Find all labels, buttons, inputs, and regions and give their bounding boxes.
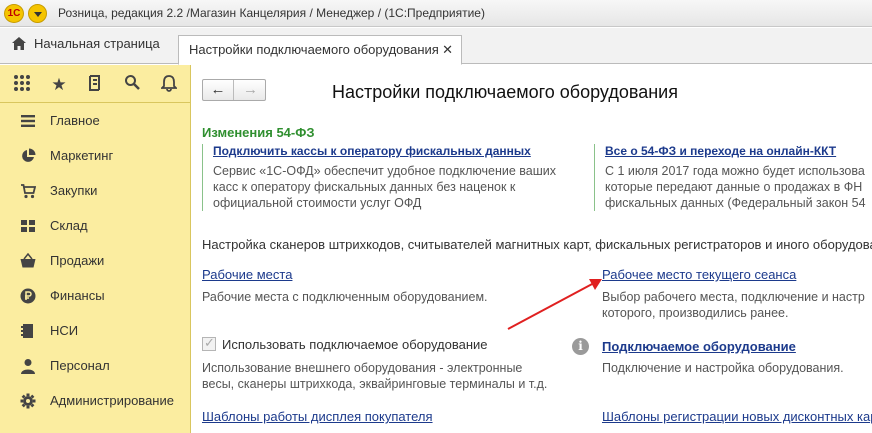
annotation-arrow xyxy=(507,279,602,330)
sidebar-item-label: Продажи xyxy=(50,253,105,268)
title-bar: 1С Розница, редакция 2.2 /Магазин Канцел… xyxy=(0,0,872,27)
main-content: ← → Настройки подключаемого оборудования… xyxy=(192,65,872,433)
sidebar: ★ Главное Маркетинг Закупки Склад Продаж… xyxy=(0,65,191,433)
search-icon[interactable] xyxy=(121,74,143,96)
person-icon xyxy=(21,359,35,374)
window-title: Розница, редакция 2.2 /Магазин Канцеляри… xyxy=(58,6,485,20)
gear-icon xyxy=(20,393,36,409)
main-menu-button[interactable] xyxy=(28,4,47,23)
sidebar-toolbar: ★ xyxy=(0,65,190,103)
basket-icon xyxy=(20,253,36,268)
sidebar-item-marketing[interactable]: Маркетинг xyxy=(0,138,190,173)
sidebar-item-label: Финансы xyxy=(50,288,105,303)
sidebar-item-label: НСИ xyxy=(50,323,79,338)
sidebar-item-personnel[interactable]: Персонал xyxy=(0,348,190,383)
sidebar-item-finance[interactable]: Финансы xyxy=(0,278,190,313)
star-icon[interactable]: ★ xyxy=(48,74,70,96)
pie-chart-icon xyxy=(22,148,36,162)
sidebar-item-label: Главное xyxy=(50,113,100,128)
ruble-icon xyxy=(20,288,36,304)
sidebar-item-warehouse[interactable]: Склад xyxy=(0,208,190,243)
sidebar-item-label: Администрирование xyxy=(50,393,174,408)
list-icon xyxy=(21,115,35,127)
sidebar-item-label: Закупки xyxy=(50,183,98,198)
sidebar-item-reference[interactable]: НСИ xyxy=(0,313,190,348)
sidebar-item-administration[interactable]: Администрирование xyxy=(0,383,190,418)
cart-icon xyxy=(21,184,36,199)
sidebar-item-purchases[interactable]: Закупки xyxy=(0,173,190,208)
sidebar-item-label: Маркетинг xyxy=(50,148,114,163)
apps-grid-icon[interactable] xyxy=(11,74,33,96)
sidebar-item-label: Персонал xyxy=(50,358,110,373)
tab-home[interactable]: Начальная страница xyxy=(12,36,160,64)
tab-home-label: Начальная страница xyxy=(34,36,160,51)
sidebar-item-label: Склад xyxy=(50,218,88,233)
sidebar-item-sales[interactable]: Продажи xyxy=(0,243,190,278)
tab-active-label: Настройки подключаемого оборудования xyxy=(189,42,439,57)
sidebar-item-main[interactable]: Главное xyxy=(0,103,190,138)
tab-bar: Начальная страница Настройки подключаемо… xyxy=(0,28,872,65)
bell-icon[interactable] xyxy=(158,74,180,96)
app-logo-icon: 1С xyxy=(4,4,24,23)
close-icon[interactable]: ✕ xyxy=(442,42,453,58)
home-icon xyxy=(12,37,26,50)
reference-icon xyxy=(21,324,33,338)
tab-equipment-settings[interactable]: Настройки подключаемого оборудования ✕ xyxy=(178,35,462,65)
warehouse-icon xyxy=(21,220,35,232)
history-icon[interactable] xyxy=(84,74,106,96)
